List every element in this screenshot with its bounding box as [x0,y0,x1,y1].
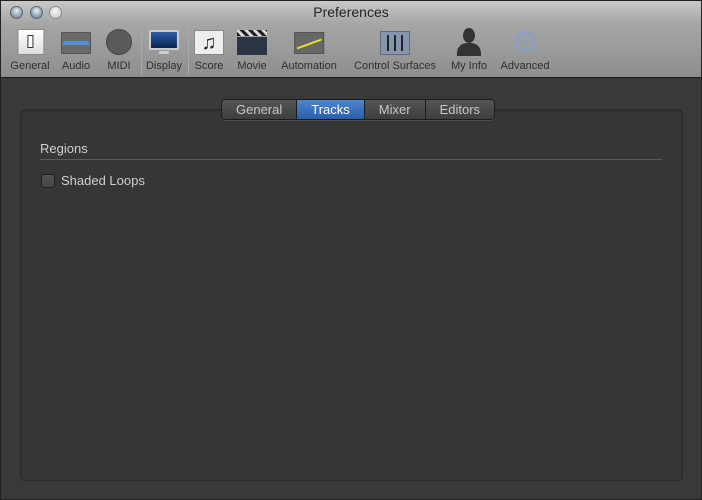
window-title: Preferences [313,4,389,20]
toolbar-separator [188,25,189,75]
toolbar-control-surfaces[interactable]: Control Surfaces [354,28,436,72]
faders-icon [380,28,410,56]
tab-general[interactable]: General [222,100,298,119]
toolbar-movie[interactable]: Movie [237,28,267,72]
toolbar-score[interactable]: ♫ Score [194,28,224,72]
person-icon [454,28,484,56]
tab-tracks[interactable]: Tracks [297,100,365,119]
toolbar-midi[interactable]: MIDI [104,28,134,72]
section-title-regions: Regions [40,141,88,156]
toolbar-advanced[interactable]: ⚙ Advanced [501,24,550,72]
gear-icon: ⚙ [510,24,540,60]
monitor-icon [148,28,179,56]
section-divider [40,159,662,160]
toolbar-my-info[interactable]: My Info [451,28,487,72]
tracks-panel [20,109,683,481]
toolbar-automation[interactable]: Automation [281,28,337,72]
music-notes-icon: ♫ [194,28,224,56]
toolbar-audio[interactable]: Audio [61,28,91,72]
switch-icon [15,28,45,56]
shaded-loops-checkbox[interactable] [41,174,55,188]
tab-editors[interactable]: Editors [425,100,495,119]
toolbar-general[interactable]: General [10,28,50,72]
toolbar-display[interactable]: Display [146,28,182,72]
shaded-loops-label[interactable]: Shaded Loops [61,173,145,188]
toolbar: Preferences General Audio MIDI Display ♫… [1,1,701,78]
automation-curve-icon [294,28,324,56]
waveform-icon [61,28,91,56]
tab-bar: General Tracks Mixer Editors [221,99,496,120]
toolbar-separator [141,25,142,75]
preferences-window: Preferences General Audio MIDI Display ♫… [0,0,702,500]
midi-plug-icon [104,28,134,56]
tab-mixer[interactable]: Mixer [364,100,426,119]
clapperboard-icon [237,28,267,56]
